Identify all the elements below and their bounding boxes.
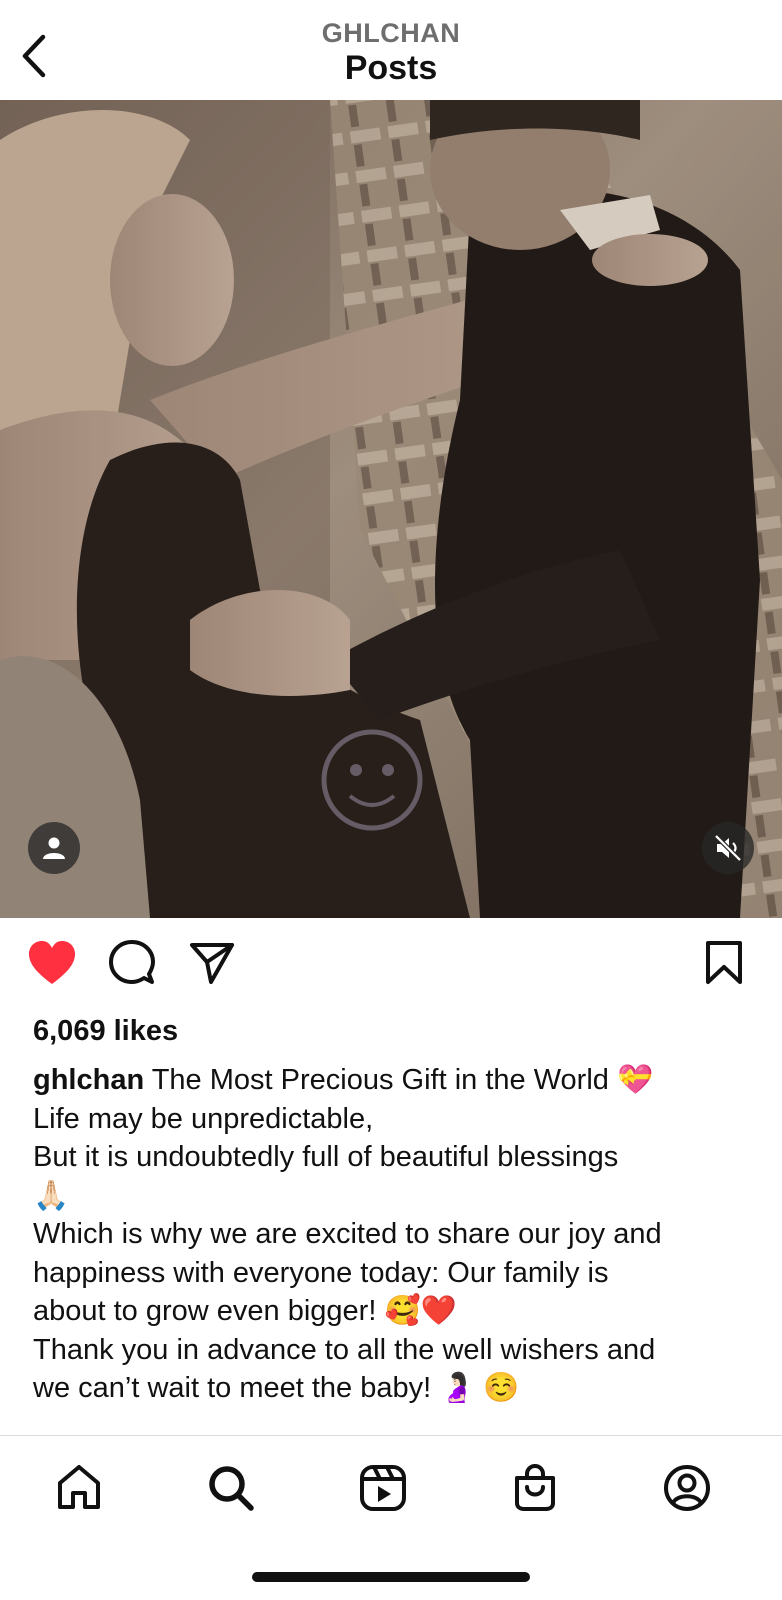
mute-button[interactable] <box>702 822 754 874</box>
caption-line: 🙏🏻 <box>33 1179 70 1212</box>
tagged-people-button[interactable] <box>28 822 80 874</box>
caption-line: Thank you in advance to all the well wis… <box>33 1333 656 1366</box>
post-detail-screen: GHLCHAN Posts 6,069 likes ghlchan The Mo… <box>0 0 782 1600</box>
caption-line: But it is undoubtedly full of beautiful … <box>33 1141 619 1173</box>
header-titles: GHLCHAN Posts <box>0 18 782 88</box>
search-icon <box>209 1466 254 1511</box>
like-button[interactable] <box>24 935 80 991</box>
speaker-muted-icon <box>714 834 742 862</box>
header: GHLCHAN Posts <box>0 0 782 100</box>
user-icon <box>43 837 65 859</box>
profile-icon <box>664 1465 710 1511</box>
caption-line: about to grow even bigger! 🥰❤️ <box>33 1295 457 1327</box>
likes-count[interactable]: 6,069 likes <box>33 1013 178 1049</box>
caption-text: The Most Precious Gift in the World 💝 <box>144 1064 654 1096</box>
comment-button[interactable] <box>104 935 160 991</box>
home-indicator[interactable] <box>252 1572 530 1582</box>
home-icon <box>58 1465 100 1509</box>
post-photo <box>0 100 782 918</box>
caption-line: we can’t wait to meet the baby! 🤰🏻 ☺️ <box>33 1372 520 1404</box>
heart-filled-icon <box>29 941 75 984</box>
share-button[interactable] <box>184 935 240 991</box>
header-username: GHLCHAN <box>321 18 461 48</box>
caption-line: Life may be unpredictable, <box>33 1102 374 1135</box>
nav-search[interactable] <box>201 1458 261 1518</box>
post-video[interactable] <box>0 100 782 918</box>
nav-reels[interactable] <box>353 1458 413 1518</box>
post-actions <box>0 935 782 997</box>
bookmark-icon <box>706 941 742 984</box>
page-title: Posts <box>344 49 438 87</box>
reels-icon <box>360 1465 406 1511</box>
comment-icon <box>109 940 155 984</box>
paper-plane-icon <box>190 943 234 984</box>
post-caption: ghlchan The Most Precious Gift in the Wo… <box>33 1061 753 1408</box>
caption-line: ghlchan The Most Precious Gift in the Wo… <box>33 1061 753 1100</box>
nav-profile[interactable] <box>657 1458 717 1518</box>
caption-username[interactable]: ghlchan <box>33 1064 144 1096</box>
shop-icon <box>515 1463 555 1511</box>
caption-line: Which is why we are excited to share our… <box>33 1218 662 1250</box>
nav-home[interactable] <box>49 1458 109 1518</box>
caption-line: happiness with everyone today: Our famil… <box>33 1256 609 1289</box>
save-button[interactable] <box>696 935 752 991</box>
nav-shop[interactable] <box>505 1458 565 1518</box>
